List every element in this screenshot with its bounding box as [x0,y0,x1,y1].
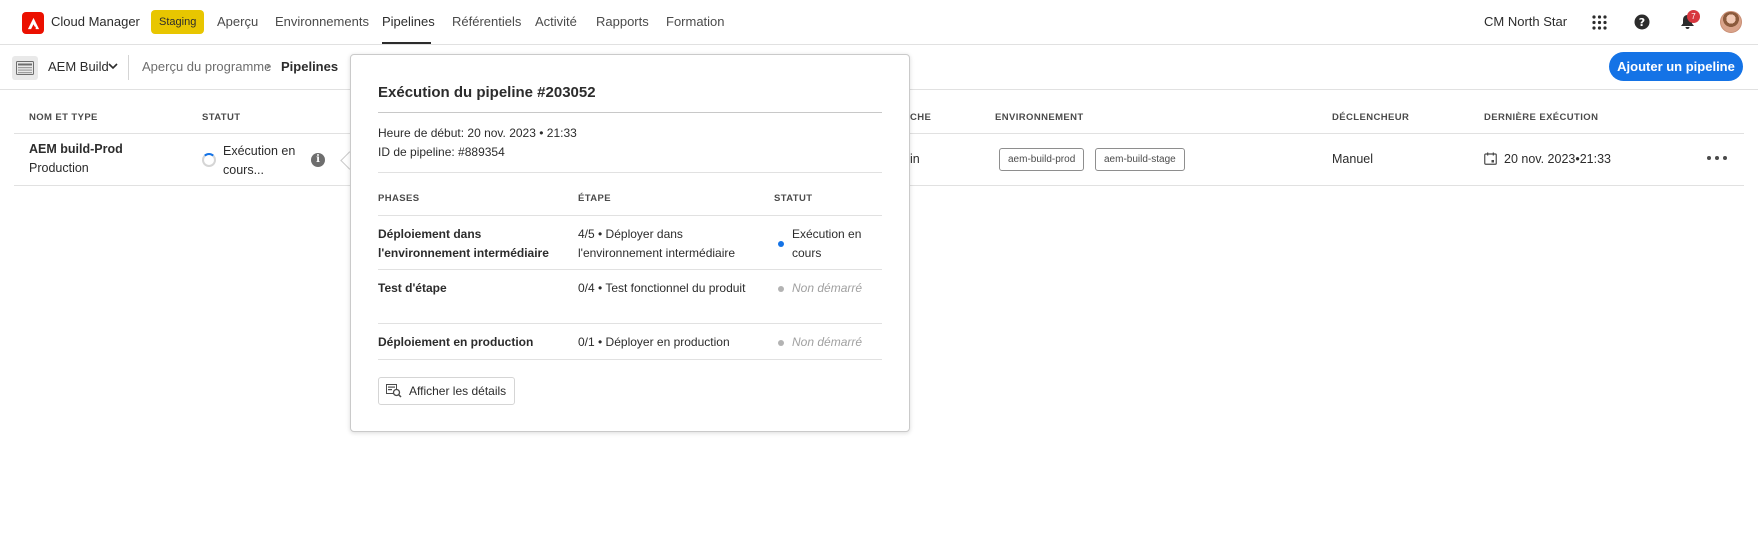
divider [378,269,882,270]
tab-environnements[interactable]: Environnements [275,14,369,29]
divider [378,112,882,113]
popover-title: Exécution du pipeline #203052 [378,84,596,101]
column-header-branch: che [910,112,932,123]
phase-status: Exécution en cours [792,227,862,260]
pipeline-status: Exécution en cours... [223,144,296,177]
pipeline-name[interactable]: AEM build-Prod [29,142,123,156]
view-details-button[interactable]: Afficher les détails [378,377,516,405]
phases-column-header: Phases [378,193,420,204]
running-spinner-icon [202,153,216,167]
tab-rapports[interactable]: Rapports [596,14,649,29]
phase-name: Déploiement en production [378,335,534,349]
last-execution: 20 nov. 2023•21:33 [1504,152,1612,166]
tab-referentiels[interactable]: Référentiels [452,14,521,29]
adobe-logo-icon[interactable] [22,12,44,34]
step-column-header: Étape [578,193,611,204]
avatar[interactable] [1720,11,1742,33]
divider [128,55,129,80]
start-time: Heure de début: 20 nov. 2023 • 21:33 [378,126,577,140]
notification-count-badge: 7 [1687,10,1700,23]
tab-pipelines[interactable]: Pipelines [382,14,435,29]
env-tag-stage: aem-build-stage [1095,148,1185,171]
env-tag-prod: aem-build-prod [999,148,1085,171]
program-icon [12,56,38,80]
divider [378,359,882,360]
org-switcher[interactable]: CM North Star [1484,14,1567,29]
column-header-environment: Environnement [995,112,1084,123]
breadcrumb-separator: › [266,59,270,73]
program-selector[interactable]: AEM Build [48,59,109,74]
more-actions-icon[interactable] [1707,150,1727,166]
pending-status-dot-icon [778,286,784,292]
app-title[interactable]: Cloud Manager [51,14,140,29]
tab-apercu[interactable]: Aperçu [217,14,258,29]
top-nav: Cloud Manager Staging Aperçu Environneme… [0,0,1758,45]
tab-formation[interactable]: Formation [666,14,725,29]
column-header-last-execution: Dernière exécution [1484,112,1599,123]
column-header-trigger: Déclencheur [1332,112,1410,123]
breadcrumb-current: Pipelines [281,59,339,74]
phase-status: Non démarré [792,281,863,295]
add-pipeline-button[interactable]: Ajouter un pipeline [1609,52,1743,81]
phase-status: Non démarré [792,335,863,349]
chevron-down-icon[interactable] [107,60,119,72]
phase-name: Déploiement dans l'environnement intermé… [378,227,549,260]
phase-step: 4/5 • Déployer dans l'environnement inte… [578,227,736,260]
phase-step: 0/1 • Déployer en production [578,335,730,349]
phase-name: Test d'étape [378,281,447,295]
pending-status-dot-icon [778,340,784,346]
view-details-label: Afficher les détails [409,384,507,398]
pipeline-type: Production [29,161,89,175]
pipeline-id: ID de pipeline: #889354 [378,145,505,159]
divider [378,323,882,324]
column-header-name-type: Nom et type [29,112,98,123]
tab-activite[interactable]: Activité [535,14,577,29]
pipeline-trigger: Manuel [1332,152,1373,166]
divider [378,215,882,216]
breadcrumb-program-overview[interactable]: Aperçu du programme [142,59,271,74]
apps-grid-icon[interactable] [1589,12,1609,32]
pipeline-execution-popover: Exécution du pipeline #203052 Heure de d… [350,54,910,432]
phase-step: 0/4 • Test fonctionnel du produit [578,281,746,295]
column-header-status: Statut [202,112,241,123]
calendar-icon [1484,152,1497,165]
active-tab-indicator [382,42,431,44]
status-column-header: Statut [774,193,813,204]
info-icon[interactable]: i [311,153,325,167]
svg-text:?: ? [1639,16,1645,29]
divider [378,172,882,173]
env-badge: Staging [151,10,205,34]
view-details-icon [386,384,402,398]
help-icon[interactable]: ? [1632,12,1652,32]
running-status-dot-icon [778,241,784,247]
